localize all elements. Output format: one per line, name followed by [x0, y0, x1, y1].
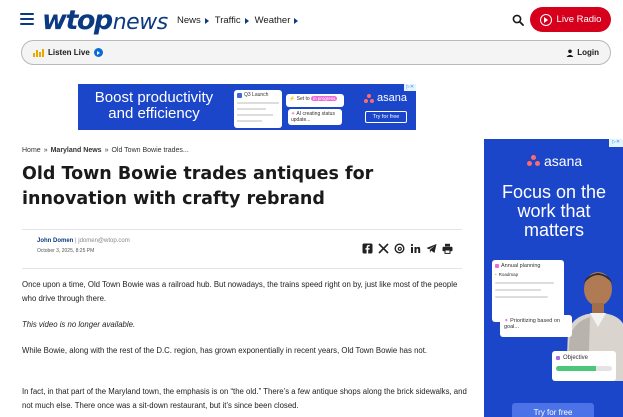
- author-email[interactable]: | jdomen@wtop.com: [75, 238, 130, 244]
- banner-card-status-pill: in progress: [311, 96, 338, 101]
- annual-planning-card: Annual planning • Roadmap: [492, 260, 564, 322]
- prioritizing-card: ✦ Prioritizing based on goal...: [500, 315, 572, 337]
- play-icon: [539, 13, 552, 26]
- audio-bars-icon: [33, 48, 44, 57]
- prio-text: Prioritizing based on goal...: [504, 318, 560, 330]
- chevron-right-icon: [204, 17, 209, 24]
- threads-icon[interactable]: [394, 243, 405, 254]
- banner-ad-cta-button[interactable]: Try for free: [365, 111, 407, 123]
- asana-logo: asana: [364, 92, 407, 104]
- share-bar: [362, 243, 453, 254]
- x-icon[interactable]: [378, 243, 389, 254]
- nav-item-news[interactable]: News: [177, 15, 209, 26]
- print-icon[interactable]: [442, 243, 453, 254]
- video-unavailable-notice: This video is no longer available.: [22, 320, 136, 329]
- objective-label: Objective: [563, 355, 589, 361]
- chevron-right-icon: [294, 17, 299, 24]
- nav-item-weather[interactable]: Weather: [255, 15, 299, 26]
- nav-label: News: [177, 15, 201, 26]
- banner-card-ai-text: AI creating status update...: [291, 111, 335, 123]
- objective-progress-bar: [556, 366, 612, 371]
- live-radio-button[interactable]: Live Radio: [530, 7, 611, 32]
- listen-live-button[interactable]: Listen Live: [33, 48, 103, 57]
- author-line: John Domen | jdomen@wtop.com: [37, 238, 130, 244]
- logo-news: news: [112, 10, 168, 35]
- nav-label: Weather: [254, 15, 291, 26]
- breadcrumb-section[interactable]: Maryland News: [51, 147, 102, 154]
- main-nav: News Traffic Weather: [177, 15, 299, 26]
- asana-dots-icon: [364, 93, 374, 103]
- user-icon: [566, 49, 574, 57]
- linkedin-icon[interactable]: [410, 243, 421, 254]
- side-ad-headline: Focus on the work that matters: [501, 182, 607, 240]
- banner-card-set-to: Set to: [296, 96, 310, 102]
- article-paragraph: In fact, in that part of the Maryland to…: [22, 387, 467, 410]
- task-icon: [237, 92, 242, 98]
- menu-icon[interactable]: [20, 13, 34, 25]
- author-name[interactable]: John Domen: [37, 238, 73, 244]
- publish-date: October 3, 2025, 8:25 PM: [37, 248, 95, 254]
- page: wtop news News Traffic Weather Live Radi…: [0, 0, 623, 417]
- listen-live-label: Listen Live: [48, 48, 90, 57]
- lightning-icon: •: [495, 272, 497, 277]
- breadcrumb-current: Old Town Bowie trades...: [111, 147, 189, 154]
- banner-ad-card-status: ⚡ Set to in progress: [286, 94, 344, 107]
- breadcrumb: Home » Maryland News » Old Town Bowie tr…: [22, 147, 189, 154]
- banner-ad-card-ai: ✦ AI creating status update...: [288, 109, 342, 125]
- listen-live-bar: Listen Live Login: [21, 40, 611, 65]
- article-paragraph: Once upon a time, Old Town Bowie was a r…: [22, 280, 458, 303]
- byline: John Domen | jdomen@wtop.com October 3, …: [22, 229, 462, 269]
- banner-ad-card-launch: Q3 Launch: [234, 90, 282, 128]
- breadcrumb-separator: »: [104, 147, 109, 154]
- telegram-icon[interactable]: [426, 243, 437, 254]
- banner-ad[interactable]: Boost productivity and efficiency Q3 Lau…: [78, 84, 416, 130]
- plan-row-label: Roadmap: [498, 272, 519, 277]
- nav-item-traffic[interactable]: Traffic: [215, 15, 249, 26]
- login-label: Login: [577, 48, 599, 57]
- task-icon: [495, 264, 499, 268]
- banner-card-launch-label: Q3 Launch: [244, 92, 269, 98]
- logo-wtop: wtop: [42, 5, 113, 36]
- breadcrumb-home[interactable]: Home: [22, 147, 41, 154]
- asana-brand-label: asana: [544, 153, 583, 169]
- asana-dots-icon: [527, 155, 540, 167]
- article-headline: Old Town Bowie trades antiques for innov…: [22, 164, 374, 209]
- search-icon[interactable]: [512, 13, 524, 26]
- ad-choices-icon[interactable]: ▷✕: [404, 84, 416, 91]
- article-paragraph: While Bowie, along with the rest of the …: [22, 346, 428, 355]
- breadcrumb-separator: »: [43, 147, 48, 154]
- lightning-icon: ⚡: [289, 96, 296, 102]
- play-icon: [93, 48, 103, 57]
- facebook-icon[interactable]: [362, 243, 373, 254]
- objective-card: Objective: [552, 351, 616, 381]
- banner-ad-headline: Boost productivity and efficiency: [94, 89, 214, 122]
- side-ad[interactable]: ▷✕ asana Focus on the work that matters …: [484, 139, 623, 417]
- asana-brand-label: asana: [377, 92, 407, 104]
- chevron-right-icon: [244, 17, 249, 24]
- plan-title: Annual planning: [501, 263, 541, 269]
- ad-choices-icon[interactable]: ▷✕: [609, 139, 623, 147]
- objective-progress-fill: [556, 366, 597, 371]
- site-logo[interactable]: wtop news: [42, 5, 168, 36]
- site-header: wtop news News Traffic Weather Live Radi…: [0, 0, 623, 38]
- objective-icon: [556, 356, 560, 360]
- side-ad-cta-button[interactable]: Try for free: [512, 403, 594, 417]
- live-radio-label: Live Radio: [556, 14, 602, 25]
- nav-label: Traffic: [214, 15, 241, 26]
- asana-logo: asana: [527, 153, 582, 169]
- login-button[interactable]: Login: [566, 48, 599, 57]
